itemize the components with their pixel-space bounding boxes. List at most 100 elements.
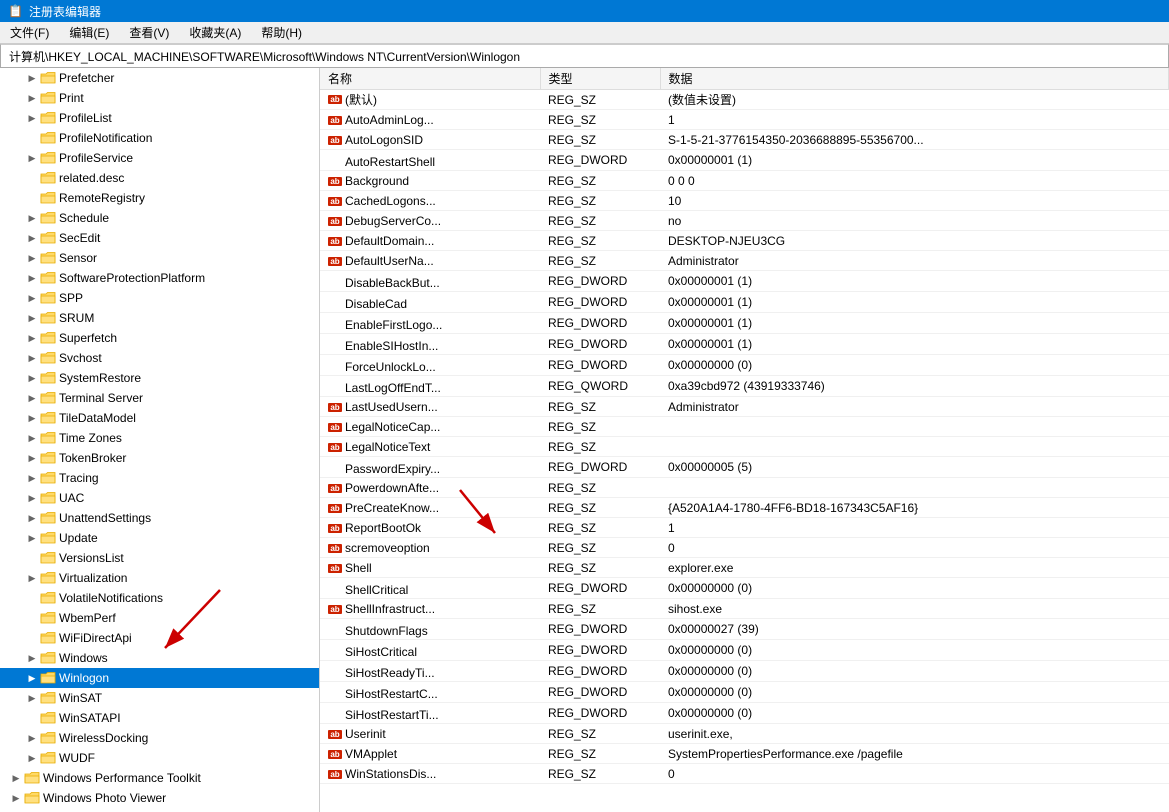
tree-item-windows_portable[interactable]: ▶ Windows Portable Devices — [0, 808, 319, 812]
tree-item-volatilenotifications[interactable]: VolatileNotifications — [0, 588, 319, 608]
table-row[interactable]: ab WinStationsDis... REG_SZ0 — [320, 764, 1169, 784]
table-row[interactable]: SiHostReadyTi... REG_DWORD0x00000000 (0) — [320, 661, 1169, 682]
table-row[interactable]: SiHostRestartC... REG_DWORD0x00000000 (0… — [320, 682, 1169, 703]
col-name[interactable]: 名称 — [320, 68, 540, 90]
tree-item-wbemperf[interactable]: WbemPerf — [0, 608, 319, 628]
reg-type: REG_SZ — [540, 599, 660, 619]
table-row[interactable]: EnableFirstLogo... REG_DWORD0x00000001 (… — [320, 313, 1169, 334]
reg-type: REG_SZ — [540, 744, 660, 764]
reg-type: REG_SZ — [540, 90, 660, 110]
table-row[interactable]: SiHostCritical REG_DWORD0x00000000 (0) — [320, 640, 1169, 661]
tree-item-wifidirectapi[interactable]: WiFiDirectApi — [0, 628, 319, 648]
table-row[interactable]: ab LegalNoticeText REG_SZ — [320, 437, 1169, 457]
tree-item-uac[interactable]: ▶ UAC — [0, 488, 319, 508]
menu-file[interactable]: 文件(F) — [4, 22, 55, 43]
reg-name: SiHostRestartTi... — [320, 703, 540, 724]
expand-icon: ▶ — [24, 530, 40, 546]
menu-view[interactable]: 查看(V) — [123, 22, 175, 43]
table-row[interactable]: ab CachedLogons... REG_SZ10 — [320, 191, 1169, 211]
reg-type: REG_DWORD — [540, 271, 660, 292]
col-data[interactable]: 数据 — [660, 68, 1169, 90]
folder-icon — [40, 451, 56, 465]
table-row[interactable]: ab ReportBootOk REG_SZ1 — [320, 518, 1169, 538]
reg-name: LastLogOffEndT... — [320, 376, 540, 397]
table-row[interactable]: EnableSIHostIn... REG_DWORD0x00000001 (1… — [320, 334, 1169, 355]
table-row[interactable]: ForceUnlockLo... REG_DWORD0x00000000 (0) — [320, 355, 1169, 376]
table-row[interactable]: ab DefaultDomain... REG_SZDESKTOP-NJEU3C… — [320, 231, 1169, 251]
reg-name: DisableBackBut... — [320, 271, 540, 292]
table-row[interactable]: ab PowerdownAfte... REG_SZ — [320, 478, 1169, 498]
table-row[interactable]: ab LastUsedUsern... REG_SZAdministrator — [320, 397, 1169, 417]
tree-item-remoteregistry[interactable]: RemoteRegistry — [0, 188, 319, 208]
table-row[interactable]: ab scremoveoption REG_SZ0 — [320, 538, 1169, 558]
tree-item-profileservice[interactable]: ▶ ProfileService — [0, 148, 319, 168]
tree-item-terminalserver[interactable]: ▶ Terminal Server — [0, 388, 319, 408]
table-row[interactable]: ab PreCreateKnow... REG_SZ{A520A1A4-1780… — [320, 498, 1169, 518]
tree-item-tracing[interactable]: ▶ Tracing — [0, 468, 319, 488]
tree-item-windows[interactable]: ▶ Windows — [0, 648, 319, 668]
tree-item-unattendsettings[interactable]: ▶ UnattendSettings — [0, 508, 319, 528]
tree-item-spp[interactable]: ▶ SPP — [0, 288, 319, 308]
table-row[interactable]: ab LegalNoticeCap... REG_SZ — [320, 417, 1169, 437]
tree-item-profilenotification[interactable]: ProfileNotification — [0, 128, 319, 148]
tree-item-profilelist[interactable]: ▶ ProfileList — [0, 108, 319, 128]
expand-icon: ▶ — [24, 410, 40, 426]
tree-item-wudf[interactable]: ▶ WUDF — [0, 748, 319, 768]
table-row[interactable]: ab Shell REG_SZexplorer.exe — [320, 558, 1169, 578]
table-row[interactable]: PasswordExpiry... REG_DWORD0x00000005 (5… — [320, 457, 1169, 478]
tree-item-update[interactable]: ▶ Update — [0, 528, 319, 548]
expand-icon: ▶ — [24, 650, 40, 666]
table-row[interactable]: ab (默认) REG_SZ(数值未设置) — [320, 90, 1169, 110]
entry-name: DefaultDomain... — [345, 234, 434, 248]
menu-edit[interactable]: 编辑(E) — [63, 22, 115, 43]
type-icon: ab — [328, 750, 342, 759]
table-row[interactable]: DisableCad REG_DWORD0x00000001 (1) — [320, 292, 1169, 313]
entry-name: ForceUnlockLo... — [345, 360, 436, 374]
tree-item-related_desc[interactable]: related.desc — [0, 168, 319, 188]
tree-item-winsatapi[interactable]: WinSATAPI — [0, 708, 319, 728]
folder-icon — [40, 511, 56, 525]
table-row[interactable]: ab DebugServerCo... REG_SZno — [320, 211, 1169, 231]
tree-item-secedit[interactable]: ▶ SecEdit — [0, 228, 319, 248]
menu-favorites[interactable]: 收藏夹(A) — [183, 22, 247, 43]
tree-item-windows_photo_viewer[interactable]: ▶ Windows Photo Viewer — [0, 788, 319, 808]
tree-item-sensor[interactable]: ▶ Sensor — [0, 248, 319, 268]
tree-item-wirelessdocking[interactable]: ▶ WirelessDocking — [0, 728, 319, 748]
tree-item-winsat[interactable]: ▶ WinSAT — [0, 688, 319, 708]
table-row[interactable]: ShutdownFlags REG_DWORD0x00000027 (39) — [320, 619, 1169, 640]
tree-item-superfetch[interactable]: ▶ Superfetch — [0, 328, 319, 348]
table-row[interactable]: ab DefaultUserNa... REG_SZAdministrator — [320, 251, 1169, 271]
table-row[interactable]: ab ShellInfrastruct... REG_SZsihost.exe — [320, 599, 1169, 619]
table-row[interactable]: AutoRestartShell REG_DWORD0x00000001 (1) — [320, 150, 1169, 171]
tree-item-timezones[interactable]: ▶ Time Zones — [0, 428, 319, 448]
table-row[interactable]: DisableBackBut... REG_DWORD0x00000001 (1… — [320, 271, 1169, 292]
table-row[interactable]: ShellCritical REG_DWORD0x00000000 (0) — [320, 578, 1169, 599]
tree-item-svchost[interactable]: ▶ Svchost — [0, 348, 319, 368]
table-row[interactable]: ab Background REG_SZ0 0 0 — [320, 171, 1169, 191]
tree-item-label: Virtualization — [59, 571, 127, 585]
tree-item-srum[interactable]: ▶ SRUM — [0, 308, 319, 328]
table-row[interactable]: ab AutoLogonSID REG_SZS-1-5-21-377615435… — [320, 130, 1169, 150]
table-row[interactable]: ab AutoAdminLog... REG_SZ1 — [320, 110, 1169, 130]
tree-item-label: SecEdit — [59, 231, 100, 245]
tree-item-softwareprotectionplatform[interactable]: ▶ SoftwareProtectionPlatform — [0, 268, 319, 288]
folder-icon — [40, 171, 56, 185]
tree-item-versionslist[interactable]: VersionsList — [0, 548, 319, 568]
tree-item-windows_perf_toolkit[interactable]: ▶ Windows Performance Toolkit — [0, 768, 319, 788]
tree-item-winlogon[interactable]: ▶ Winlogon — [0, 668, 319, 688]
tree-item-tokenbroker[interactable]: ▶ TokenBroker — [0, 448, 319, 468]
col-type[interactable]: 类型 — [540, 68, 660, 90]
table-row[interactable]: LastLogOffEndT... REG_QWORD0xa39cbd972 (… — [320, 376, 1169, 397]
tree-item-schedule[interactable]: ▶ Schedule — [0, 208, 319, 228]
table-row[interactable]: SiHostRestartTi... REG_DWORD0x00000000 (… — [320, 703, 1169, 724]
tree-item-prefetcher[interactable]: ▶ Prefetcher — [0, 68, 319, 88]
tree-item-systemrestore[interactable]: ▶ SystemRestore — [0, 368, 319, 388]
table-row[interactable]: ab Userinit REG_SZuserinit.exe, — [320, 724, 1169, 744]
tree-item-virtualization[interactable]: ▶ Virtualization — [0, 568, 319, 588]
table-row[interactable]: ab VMApplet REG_SZSystemPropertiesPerfor… — [320, 744, 1169, 764]
tree-item-label: UnattendSettings — [59, 511, 151, 525]
reg-name: ab PowerdownAfte... — [320, 478, 540, 498]
menu-help[interactable]: 帮助(H) — [255, 22, 308, 43]
tree-item-tiledatamodel[interactable]: ▶ TileDataModel — [0, 408, 319, 428]
tree-item-print[interactable]: ▶ Print — [0, 88, 319, 108]
